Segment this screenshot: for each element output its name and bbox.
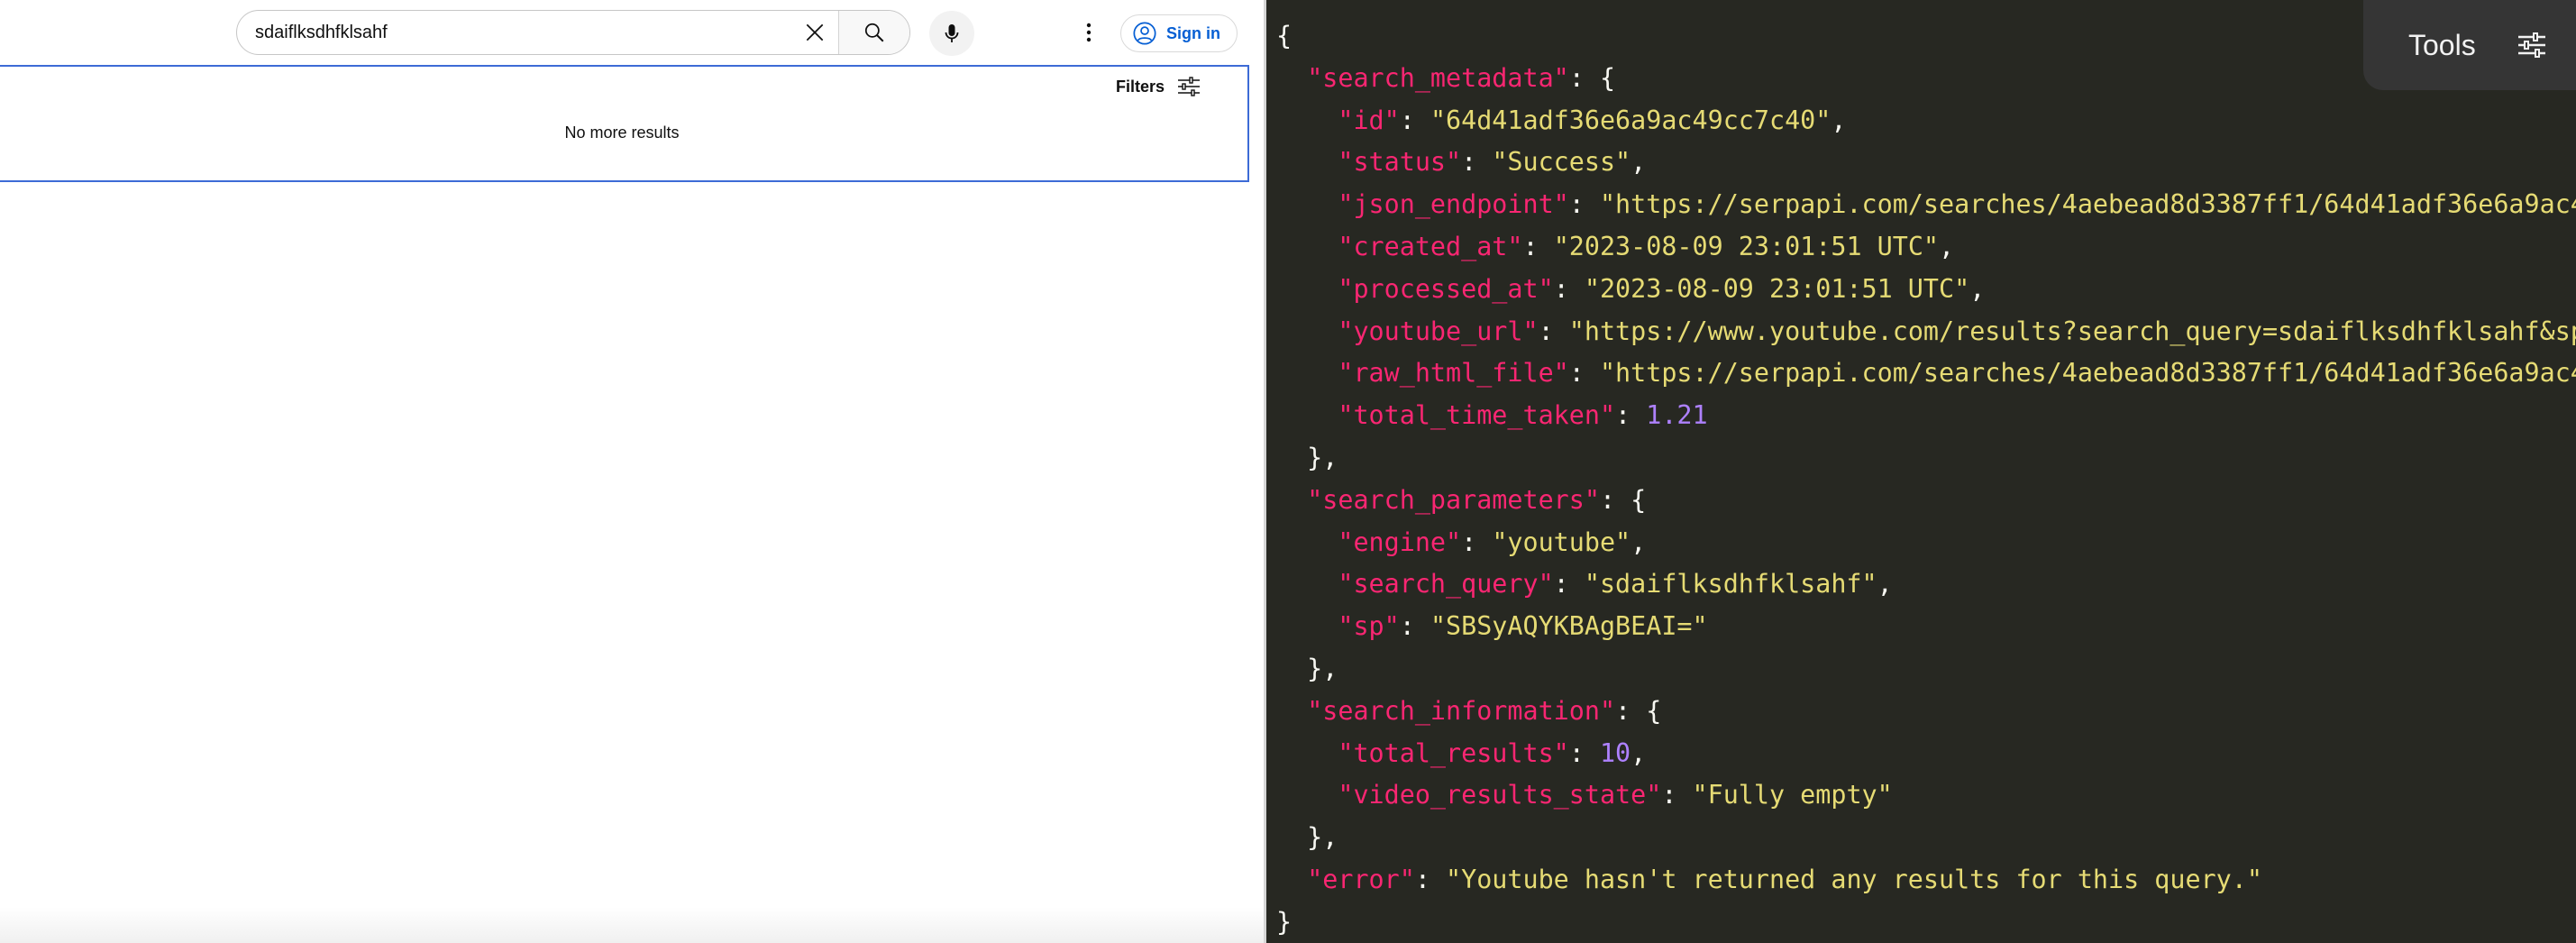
json-key: "search_query" bbox=[1338, 569, 1554, 600]
json-key: "sp" bbox=[1338, 611, 1400, 642]
json-response-panel: { "search_metadata": { "id": "64d41adf36… bbox=[1266, 0, 2576, 943]
json-link-value[interactable]: "https://serpapi.com/searches/4aebead8d3… bbox=[1600, 358, 2576, 388]
json-key: "id" bbox=[1338, 105, 1400, 135]
json-string-value: "64d41adf36e6a9ac49cc7c40" bbox=[1430, 105, 1832, 135]
search-box bbox=[236, 10, 910, 55]
json-string-value: "2023-08-09 23:01:51 UTC" bbox=[1584, 273, 1970, 304]
json-string-value: "Youtube hasn't returned any results for… bbox=[1446, 864, 2262, 894]
sliders-icon bbox=[1178, 77, 1200, 96]
json-key: "processed_at" bbox=[1338, 273, 1554, 304]
page-bottom-shadow bbox=[0, 907, 1264, 943]
microphone-icon bbox=[945, 24, 959, 42]
json-string-value: "sdaiflksdhfklsahf" bbox=[1584, 569, 1877, 600]
sliders-icon bbox=[2517, 32, 2545, 58]
more-vertical-icon bbox=[1086, 23, 1092, 42]
json-string-value: "SBSyAQYKBAgBEAI=" bbox=[1430, 611, 1708, 642]
json-string-value: "youtube" bbox=[1492, 526, 1631, 557]
json-key: "engine" bbox=[1338, 526, 1462, 557]
no-more-results-message: No more results bbox=[564, 124, 680, 142]
search-icon bbox=[864, 23, 884, 42]
json-key: "total_results" bbox=[1338, 737, 1569, 768]
json-key: "created_at" bbox=[1338, 231, 1523, 261]
json-key: "raw_html_file" bbox=[1338, 358, 1569, 389]
filters-label: Filters bbox=[1115, 77, 1165, 96]
json-link-value[interactable]: "https://www.youtube.com/results?search_… bbox=[1569, 316, 2576, 346]
json-string-value: "Success" bbox=[1492, 147, 1631, 178]
tools-button[interactable]: Tools bbox=[2363, 0, 2576, 90]
json-link-value[interactable]: "https://serpapi.com/searches/4aebead8d3… bbox=[1600, 189, 2576, 219]
json-key: "error" bbox=[1307, 864, 1415, 894]
json-viewer: { "search_metadata": { "id": "64d41adf36… bbox=[1276, 15, 2576, 943]
json-number-value: 1.21 bbox=[1646, 400, 1708, 431]
json-key: "search_parameters" bbox=[1307, 484, 1600, 515]
youtube-results-page: Sign in Filters No more results bbox=[0, 0, 1264, 943]
json-key: "status" bbox=[1338, 147, 1462, 178]
close-icon bbox=[806, 23, 824, 41]
json-brace: { bbox=[1276, 21, 1293, 50]
json-key: "video_results_state" bbox=[1338, 780, 1662, 810]
json-brace: } bbox=[1276, 906, 1293, 937]
clear-search-button[interactable] bbox=[791, 11, 838, 54]
sign-in-label: Sign in bbox=[1166, 23, 1220, 42]
voice-search-button[interactable] bbox=[929, 11, 974, 56]
json-key: "total_time_taken" bbox=[1338, 400, 1616, 431]
search-input[interactable] bbox=[237, 11, 791, 54]
json-key: "search_metadata" bbox=[1307, 62, 1569, 93]
json-key: "json_endpoint" bbox=[1338, 189, 1569, 220]
json-key: "youtube_url" bbox=[1338, 316, 1539, 346]
account-circle-icon bbox=[1133, 22, 1156, 45]
json-key: "search_information" bbox=[1307, 695, 1616, 726]
filters-button[interactable]: Filters bbox=[1116, 76, 1201, 97]
search-button[interactable] bbox=[838, 11, 909, 54]
more-options-button[interactable] bbox=[1073, 14, 1105, 50]
results-container: Filters No more results bbox=[0, 65, 1249, 182]
tools-label: Tools bbox=[2408, 28, 2476, 61]
json-string-value: "Fully empty" bbox=[1692, 780, 1893, 810]
sign-in-button[interactable]: Sign in bbox=[1120, 14, 1238, 52]
json-string-value: "2023-08-09 23:01:51 UTC" bbox=[1553, 231, 1940, 261]
json-number-value: 10 bbox=[1599, 737, 1631, 768]
